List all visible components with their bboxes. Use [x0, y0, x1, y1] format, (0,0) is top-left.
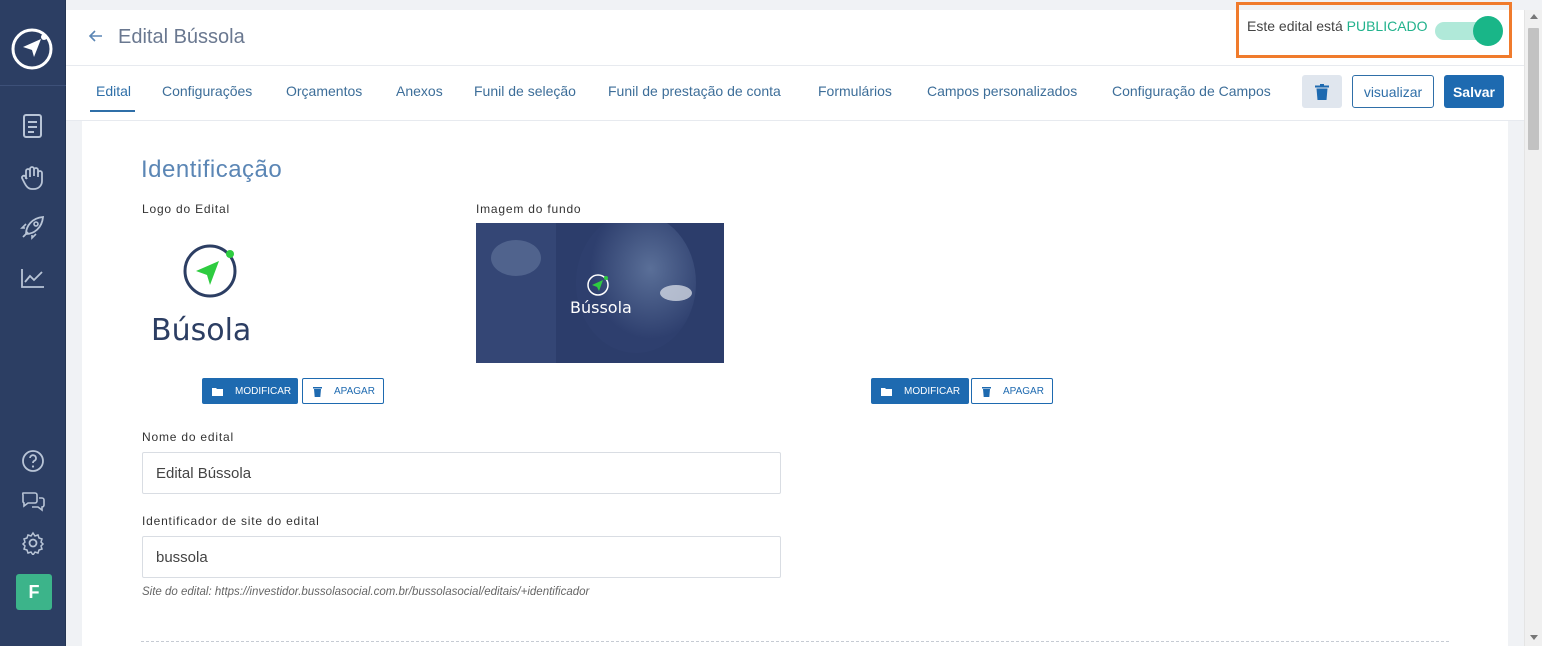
folder-icon [212, 387, 223, 396]
tab-formularios[interactable]: Formulários [818, 83, 892, 99]
trash-icon [1315, 83, 1329, 100]
modify-logo-button[interactable]: MODIFICAR [202, 378, 298, 404]
active-tab-indicator [90, 110, 135, 112]
name-field-label: Nome do edital [142, 430, 234, 444]
visualizar-button[interactable]: visualizar [1352, 75, 1434, 108]
name-input[interactable] [142, 452, 781, 494]
tab-funil-selecao[interactable]: Funil de seleção [474, 83, 576, 99]
salvar-button[interactable]: Salvar [1444, 75, 1504, 108]
publish-status-text: Este edital está PUBLICADO [1247, 18, 1428, 34]
tab-funil-prestacao[interactable]: Funil de prestação de conta [608, 83, 781, 99]
trash-icon [313, 386, 322, 397]
section-title: Identificação [141, 156, 283, 183]
delete-edital-button[interactable] [1302, 75, 1342, 108]
sidebar: F [0, 0, 66, 646]
folder-icon [881, 387, 892, 396]
background-image-label: Imagem do fundo [476, 202, 582, 216]
tab-configuracoes[interactable]: Configurações [162, 83, 252, 99]
tab-orcamentos[interactable]: Orçamentos [286, 83, 362, 99]
chart-trend-icon[interactable] [19, 264, 47, 292]
section-divider [141, 641, 1449, 642]
edital-logo-image: Búsola [151, 243, 276, 348]
tabs-bar: Edital Configurações Orçamentos Anexos F… [66, 65, 1524, 121]
publish-status-box: Este edital está PUBLICADO [1236, 2, 1512, 58]
scroll-down-arrow-icon[interactable] [1530, 635, 1538, 640]
background-wordmark: Bússola [570, 298, 632, 317]
scroll-thumb[interactable] [1528, 28, 1539, 150]
avatar[interactable]: F [16, 574, 52, 610]
scroll-up-arrow-icon[interactable] [1530, 14, 1538, 19]
status-prefix: Este edital está [1247, 18, 1343, 34]
status-value: PUBLICADO [1346, 18, 1428, 34]
site-url-hint: Site do edital: https://investidor.busso… [142, 586, 590, 598]
sidebar-divider [0, 85, 66, 86]
modify-background-label: MODIFICAR [904, 385, 961, 397]
delete-logo-label: APAGAR [334, 385, 375, 397]
publish-toggle[interactable] [1435, 15, 1503, 46]
modify-logo-label: MODIFICAR [235, 385, 292, 397]
vertical-scrollbar[interactable] [1524, 10, 1542, 646]
modify-background-button[interactable]: MODIFICAR [871, 378, 969, 404]
tab-edital[interactable]: Edital [96, 83, 131, 99]
tab-configuracao-campos[interactable]: Configuração de Campos [1112, 83, 1271, 99]
logo-label: Logo do Edital [142, 202, 230, 216]
toggle-knob [1473, 16, 1503, 46]
delete-logo-button[interactable]: APAGAR [302, 378, 384, 404]
tab-anexos[interactable]: Anexos [396, 83, 443, 99]
logo-wordmark: Búsola [151, 313, 251, 343]
compass-logo-icon[interactable] [10, 27, 54, 71]
trash-icon [982, 386, 991, 397]
delete-background-button[interactable]: APAGAR [971, 378, 1053, 404]
page-title: Edital Bússola [118, 26, 245, 48]
page-header: Edital Bússola Este edital está PUBLICAD… [66, 2, 1524, 65]
site-id-input[interactable] [142, 536, 781, 578]
delete-background-label: APAGAR [1003, 385, 1044, 397]
background-image: Bússola [476, 223, 724, 363]
gear-icon[interactable] [19, 529, 47, 557]
edital-form-card: Identificação Logo do Edital Búsola Imag… [82, 121, 1508, 646]
tab-campos-personalizados[interactable]: Campos personalizados [927, 83, 1077, 99]
back-arrow-icon[interactable] [86, 26, 106, 46]
help-icon[interactable] [19, 447, 47, 475]
document-icon[interactable] [19, 112, 47, 140]
hand-heart-icon[interactable] [19, 164, 47, 192]
chat-icon[interactable] [19, 487, 47, 515]
rocket-icon[interactable] [19, 213, 47, 241]
site-id-field-label: Identificador de site do edital [142, 514, 320, 528]
